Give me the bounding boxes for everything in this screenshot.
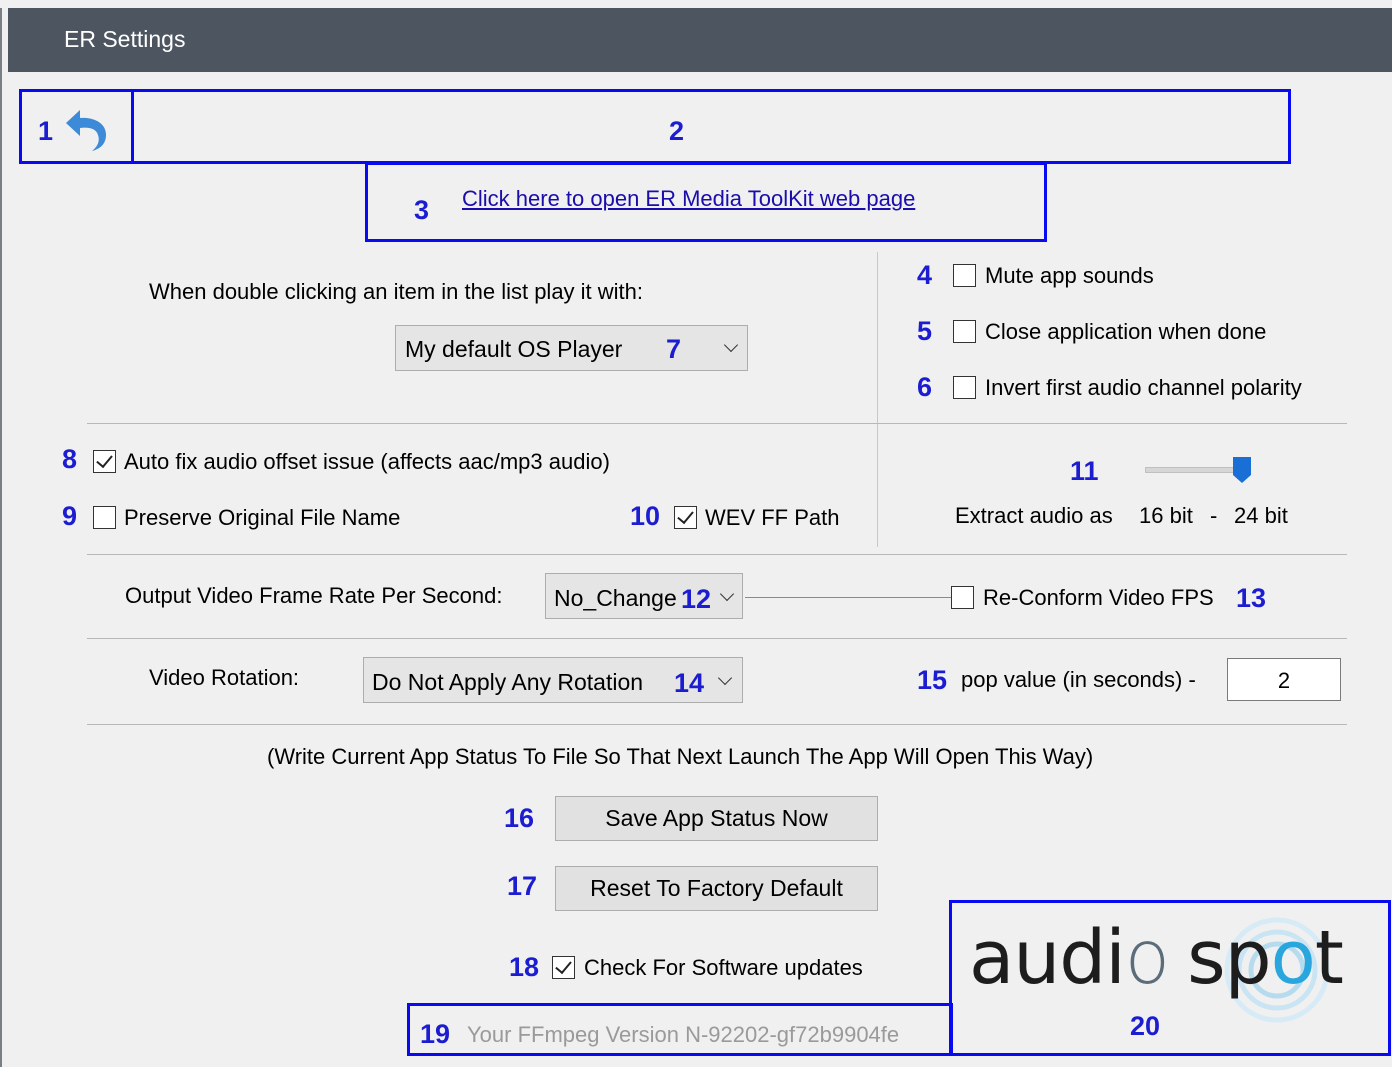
web-link-box: 3 Click here to open ER Media ToolKit we… <box>365 162 1047 242</box>
bit-depth-slider-thumb[interactable] <box>1233 457 1251 483</box>
annotation-1: 1 <box>38 116 54 146</box>
logo-word-t: t <box>1314 915 1344 1001</box>
logo-word-sp: sp <box>1187 915 1272 1001</box>
save-status-button[interactable]: Save App Status Now <box>555 796 878 841</box>
close-when-done-label: Close application when done <box>985 319 1267 344</box>
player-dropdown-value: My default OS Player <box>405 336 623 362</box>
close-when-done-checkbox[interactable] <box>953 320 976 343</box>
pop-value-text: 2 <box>1277 668 1291 693</box>
rotation-dropdown[interactable]: Do Not Apply Any Rotation 14 <box>363 657 743 703</box>
logo-o-1: o <box>1124 915 1170 1001</box>
player-dropdown[interactable]: My default OS Player 7 <box>395 325 748 371</box>
divider-3 <box>87 638 1347 639</box>
mute-checkbox[interactable] <box>953 264 976 287</box>
annotation-18: 18 <box>509 952 540 982</box>
auto-fix-offset-checkbox[interactable] <box>93 450 116 473</box>
frame-rate-dropdown[interactable]: No_Change 12 <box>545 573 743 619</box>
annotation-5: 5 <box>917 316 933 346</box>
annotation-19: 19 <box>420 1019 451 1049</box>
annotation-2: 2 <box>669 116 685 146</box>
annotation-8: 8 <box>62 444 78 474</box>
frame-rate-value: No_Change <box>554 585 677 611</box>
divider-1 <box>87 423 1347 424</box>
extract-audio-label: Extract audio as <box>955 503 1113 528</box>
title-bar: ER Settings <box>8 8 1392 72</box>
annotation-17: 17 <box>507 871 538 901</box>
logo-word-audi: audi <box>969 915 1126 1001</box>
preserve-name-label: Preserve Original File Name <box>124 505 401 530</box>
annotation-9: 9 <box>62 501 78 531</box>
preserve-name-checkbox[interactable] <box>93 506 116 529</box>
wev-ff-path-label: WEV FF Path <box>705 505 840 530</box>
rotation-label: Video Rotation: <box>149 665 300 690</box>
annotation-4: 4 <box>917 260 933 290</box>
invert-polarity-label: Invert first audio channel polarity <box>985 375 1302 400</box>
wev-ff-path-checkbox[interactable] <box>674 506 697 529</box>
extract-sep: - <box>1210 503 1218 528</box>
ffmpeg-version-text: Your FFmpeg Version N-92202-gf72b9904fe <box>467 1022 900 1047</box>
back-button[interactable]: 1 <box>19 89 134 164</box>
invert-polarity-checkbox[interactable] <box>953 376 976 399</box>
status-note: (Write Current App Status To File So Tha… <box>267 744 1094 769</box>
header-area: 2 <box>131 89 1291 164</box>
logo-wordmark: audio spot <box>969 921 1344 995</box>
annotation-11: 11 <box>1070 456 1099 486</box>
check-updates-checkbox[interactable] <box>552 956 575 979</box>
pop-value-input[interactable]: 2 <box>1227 658 1341 701</box>
window-title: ER Settings <box>64 26 186 52</box>
chevron-down-icon <box>717 670 733 686</box>
player-label: When double clicking an item in the list… <box>149 279 644 304</box>
mute-label: Mute app sounds <box>985 263 1154 288</box>
reconform-fps-checkbox[interactable] <box>951 586 974 609</box>
pop-label: pop value (in seconds) - <box>961 667 1196 692</box>
reconform-fps-label: Re-Conform Video FPS <box>983 585 1214 610</box>
rotation-value: Do Not Apply Any Rotation <box>372 669 644 695</box>
annotation-6: 6 <box>917 372 933 402</box>
annotation-12: 12 <box>681 584 712 614</box>
check-updates-label: Check For Software updates <box>584 955 863 980</box>
ffmpeg-version-box: 19 Your FFmpeg Version N-92202-gf72b9904… <box>407 1003 953 1056</box>
frame-rate-connector-line <box>745 597 952 598</box>
annotation-16: 16 <box>504 803 535 833</box>
annotation-7: 7 <box>666 334 682 364</box>
extract-low-label: 16 bit <box>1139 503 1193 528</box>
chevron-down-icon <box>719 586 735 602</box>
vertical-divider <box>877 252 878 547</box>
undo-arrow-icon <box>66 110 106 151</box>
annotation-3: 3 <box>414 195 430 225</box>
audio-spot-logo[interactable]: audio spot 20 <box>949 900 1391 1056</box>
annotation-10: 10 <box>630 501 661 531</box>
annotation-20: 20 <box>1130 1011 1161 1041</box>
extract-high-label: 24 bit <box>1234 503 1288 528</box>
divider-4 <box>87 724 1347 725</box>
annotation-13: 13 <box>1236 583 1267 613</box>
web-page-link[interactable]: Click here to open ER Media ToolKit web … <box>462 188 915 210</box>
auto-fix-offset-label: Auto fix audio offset issue (affects aac… <box>124 449 610 474</box>
frame-rate-label: Output Video Frame Rate Per Second: <box>125 583 503 608</box>
annotation-15: 15 <box>917 665 948 695</box>
logo-o-2: o <box>1270 915 1316 1001</box>
chevron-down-icon <box>723 337 739 353</box>
annotation-14: 14 <box>674 668 705 698</box>
reset-default-button[interactable]: Reset To Factory Default <box>555 866 878 911</box>
divider-2 <box>87 554 1347 555</box>
